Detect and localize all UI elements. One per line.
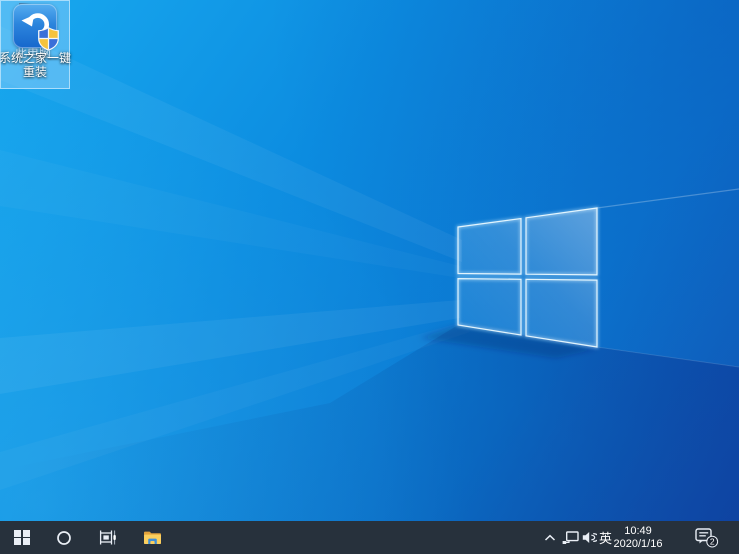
action-center-icon: 2: [695, 527, 719, 548]
show-hidden-icons-button[interactable]: [540, 521, 559, 554]
taskbar: 英 10:49 2020/1/16 2: [0, 521, 739, 554]
desktop-icon-syshome-reinstall[interactable]: 系统之家一键 重装: [0, 0, 72, 89]
clock-time: 10:49: [624, 524, 652, 537]
desktop-icon-label-line2: 重装: [22, 65, 47, 79]
file-explorer-icon: [143, 531, 161, 544]
file-explorer-button[interactable]: [132, 521, 172, 554]
ethernet-icon: [562, 530, 579, 544]
input-method-label: 英: [598, 531, 612, 546]
syshome-app-icon: [13, 4, 59, 51]
task-view-button[interactable]: [88, 521, 128, 554]
clock-date: 2020/1/16: [613, 537, 663, 550]
search-button[interactable]: [44, 521, 84, 554]
volume-tray-icon[interactable]: [580, 521, 598, 554]
clock[interactable]: 10:49 2020/1/16: [612, 521, 664, 554]
chevron-up-icon: [544, 534, 555, 541]
task-view-icon: [99, 530, 116, 545]
wallpaper: [0, 0, 739, 521]
start-button[interactable]: [0, 521, 44, 554]
uac-shield-icon: [38, 27, 59, 51]
desktop-icon-label-line1: 系统之家一键: [0, 51, 72, 65]
search-circle-icon: [57, 530, 71, 545]
notification-count-badge: 2: [710, 536, 715, 546]
network-tray-icon[interactable]: [560, 521, 580, 554]
speaker-icon: [582, 532, 597, 543]
windows-flag-icon: [14, 529, 30, 546]
action-center-button[interactable]: 2: [690, 521, 724, 554]
